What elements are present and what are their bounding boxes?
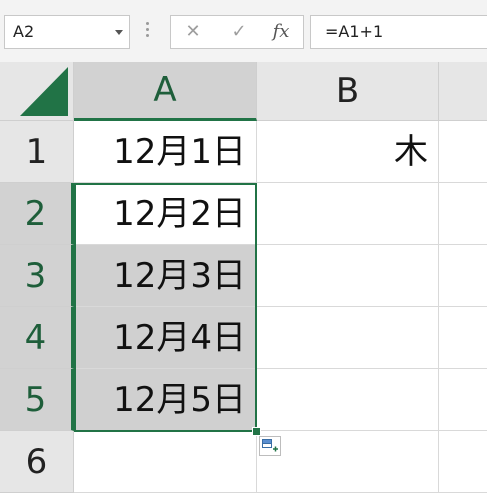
formula-input[interactable]: =A1+1: [310, 15, 487, 49]
cell-c6[interactable]: [439, 431, 487, 493]
formula-bar-area: A2 ✕ ✓ fx =A1+1: [0, 0, 487, 62]
cell-a3[interactable]: 12月3日: [74, 245, 257, 307]
cell-a4[interactable]: 12月4日: [74, 307, 257, 369]
cell-a5[interactable]: 12月5日: [74, 369, 257, 431]
cell-c2[interactable]: [439, 183, 487, 245]
row-header-2[interactable]: 2: [0, 183, 74, 245]
insert-function-icon[interactable]: fx: [265, 16, 297, 48]
cell-c4[interactable]: [439, 307, 487, 369]
row-header-6[interactable]: 6: [0, 431, 74, 493]
cell-b4[interactable]: [257, 307, 439, 369]
row-header-3[interactable]: 3: [0, 245, 74, 307]
formula-text: =A1+1: [325, 22, 384, 41]
cell-a6[interactable]: [74, 431, 257, 493]
name-box[interactable]: A2: [4, 15, 130, 49]
enter-check-icon[interactable]: ✓: [223, 16, 255, 48]
cell-b3[interactable]: [257, 245, 439, 307]
cell-c5[interactable]: [439, 369, 487, 431]
formula-bar-resize-handle[interactable]: [146, 22, 150, 42]
cell-b1[interactable]: 木: [257, 121, 439, 183]
cell-a2[interactable]: 12月2日: [74, 183, 257, 245]
cell-b2[interactable]: [257, 183, 439, 245]
row-header-4[interactable]: 4: [0, 307, 74, 369]
cell-b6[interactable]: [257, 431, 439, 493]
column-header-a[interactable]: A: [74, 62, 257, 121]
cell-c3[interactable]: [439, 245, 487, 307]
auto-fill-options-button[interactable]: [259, 436, 281, 456]
cell-b5[interactable]: [257, 369, 439, 431]
name-box-value: A2: [13, 22, 35, 41]
cell-c1[interactable]: [439, 121, 487, 183]
formula-buttons: ✕ ✓ fx: [170, 15, 304, 49]
column-header-b[interactable]: B: [257, 62, 439, 121]
cancel-icon[interactable]: ✕: [177, 16, 209, 48]
fill-handle[interactable]: [252, 427, 261, 436]
name-box-dropdown-icon[interactable]: [115, 30, 123, 35]
cell-a1[interactable]: 12月1日: [74, 121, 257, 183]
row-header-5[interactable]: 5: [0, 369, 74, 431]
row-header-1[interactable]: 1: [0, 121, 74, 183]
select-all-button[interactable]: [0, 62, 74, 121]
select-all-triangle-icon: [20, 67, 68, 116]
column-header-c[interactable]: [439, 62, 487, 121]
auto-fill-options-icon: [262, 439, 278, 452]
